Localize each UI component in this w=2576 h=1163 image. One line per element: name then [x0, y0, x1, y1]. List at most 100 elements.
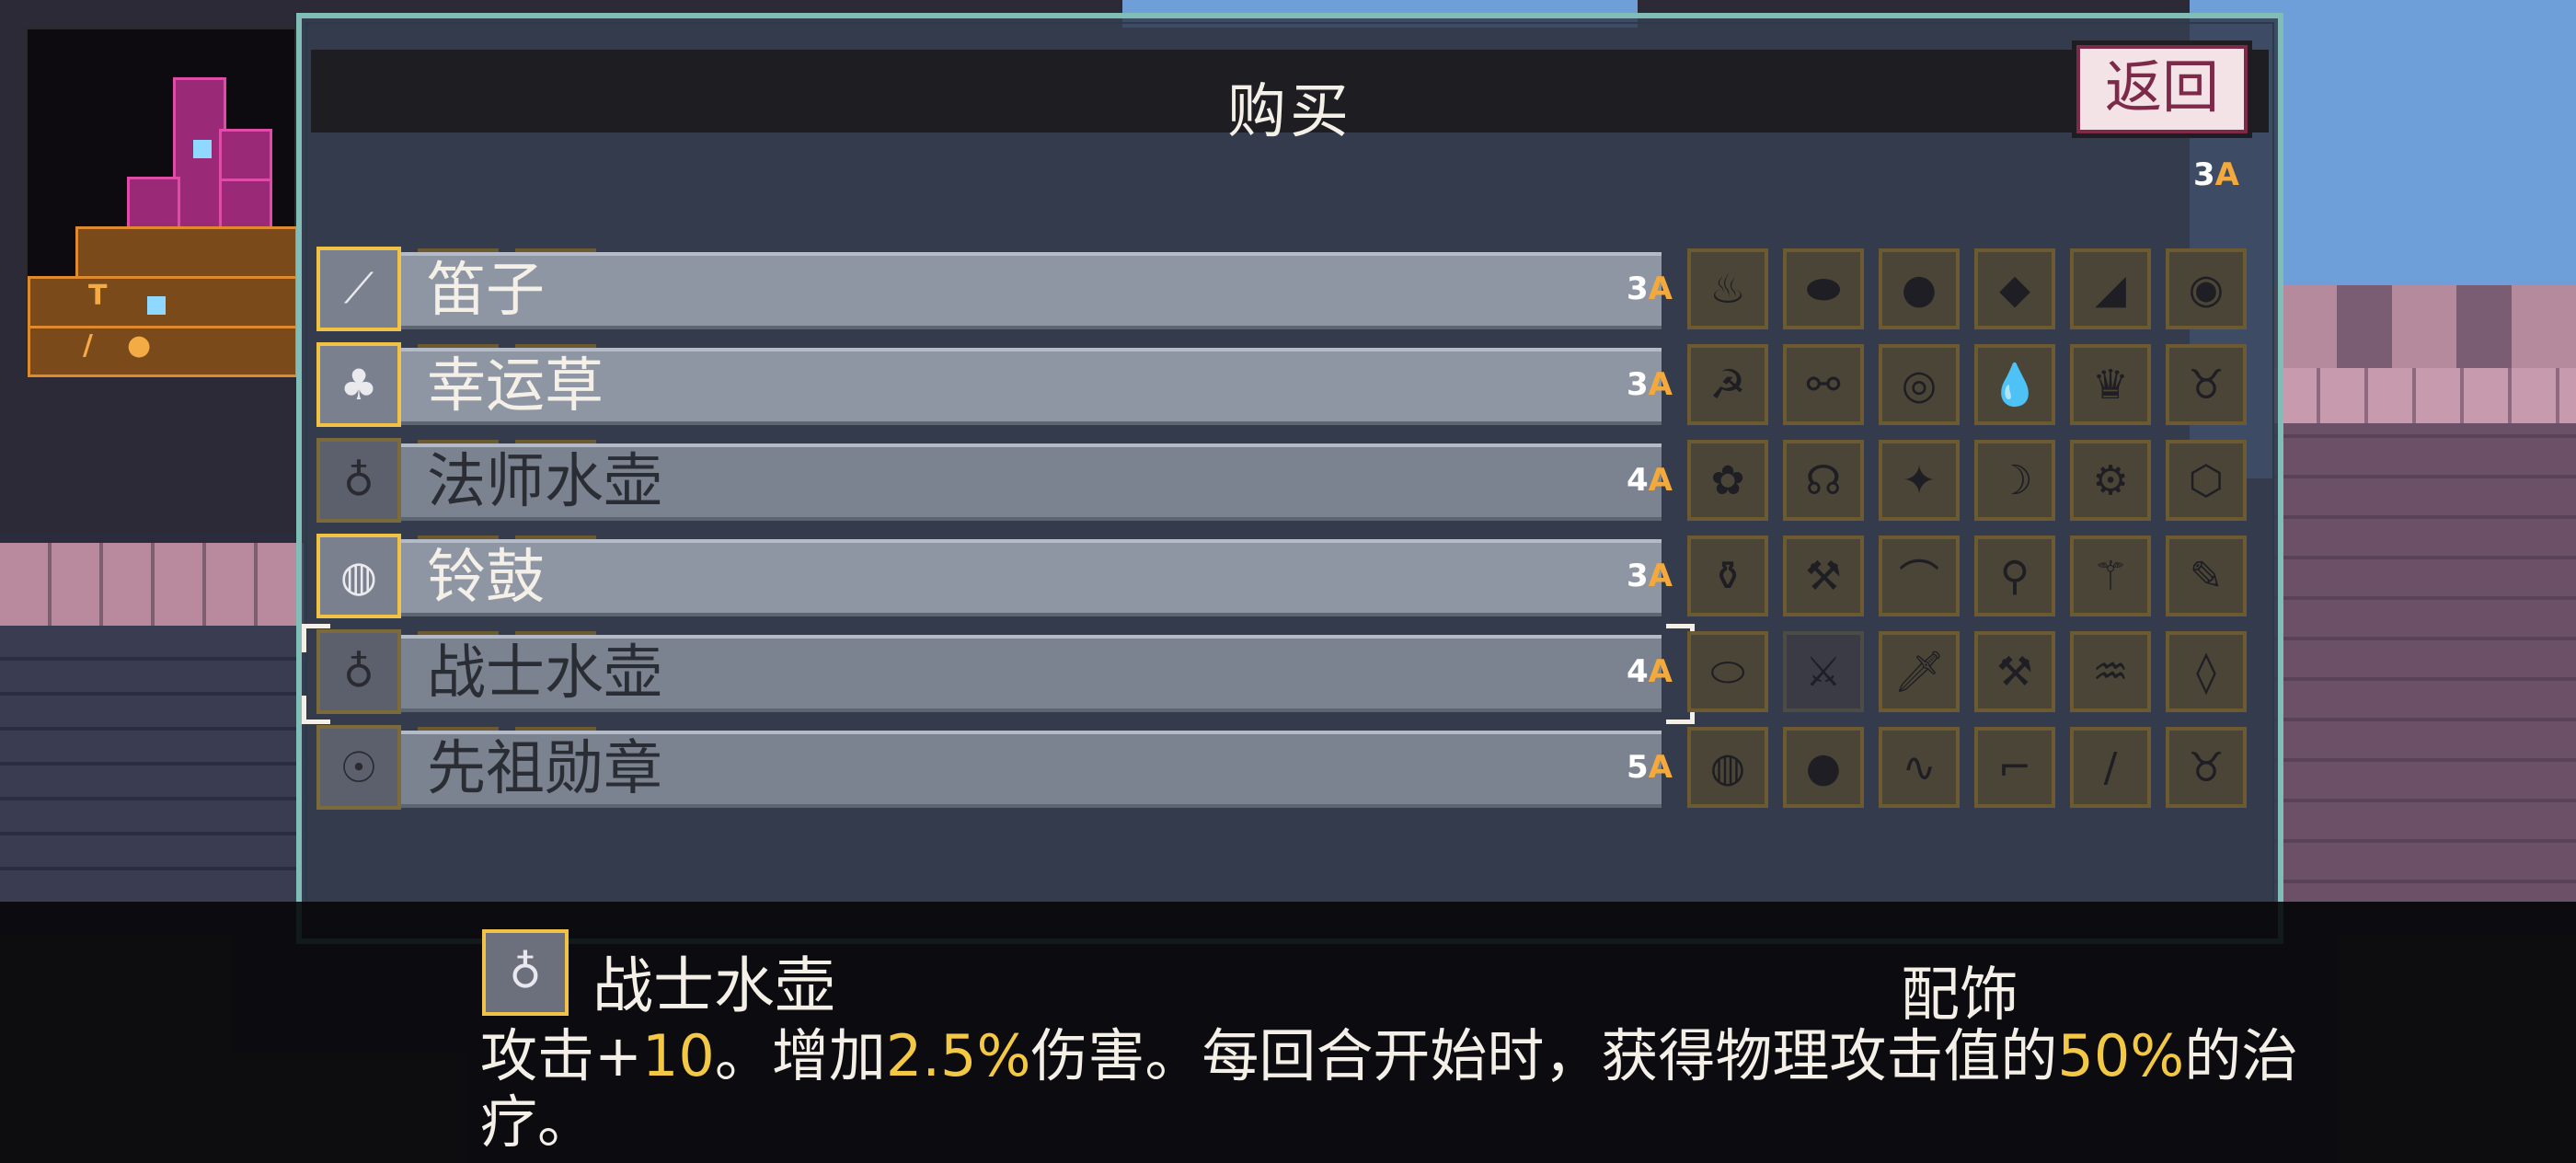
- merlon: [2392, 285, 2456, 368]
- item-name: 战士水壶: [427, 639, 662, 708]
- price-value: 3: [1627, 558, 1649, 594]
- item-name: 铃鼓: [427, 544, 545, 612]
- shop-title: 购买: [1227, 78, 1352, 146]
- castle-bricks: [2272, 423, 2576, 920]
- drop-icon[interactable]: 💧: [1974, 344, 2055, 425]
- price-unit: A: [1648, 462, 1673, 499]
- desc-part: 。增加: [714, 1022, 886, 1089]
- blade-icon[interactable]: /: [2070, 727, 2151, 808]
- fang-icon[interactable]: ☽: [1974, 440, 2055, 521]
- price-unit: A: [1648, 366, 1673, 403]
- warrior-flask-icon: ♁: [482, 929, 569, 1016]
- description-item-category: 配饰: [1901, 961, 2018, 1030]
- shield-icon[interactable]: ◍: [1687, 727, 1768, 808]
- gold-amount: 3: [2193, 156, 2215, 193]
- flute-icon: ⟋: [316, 247, 401, 331]
- flask-icon: ♁: [316, 438, 401, 523]
- shop-item-row[interactable]: ◍ 铃鼓 3A: [316, 534, 1682, 618]
- boot-icon[interactable]: ◢: [2070, 248, 2151, 329]
- medal-icon: ☉: [316, 725, 401, 810]
- gold-counter: 3A: [2193, 156, 2239, 193]
- shop-title-bar: 购买: [311, 50, 2269, 146]
- shop-item-row-selected[interactable]: ♁ 战士水壶 4A: [302, 624, 1695, 724]
- minimap-room: [127, 177, 180, 234]
- amulet-icon[interactable]: ♉: [2166, 344, 2247, 425]
- desc-highlight: 50%: [2057, 1022, 2185, 1089]
- minimap-player-marker: [193, 140, 212, 158]
- shop-item-row[interactable]: ♣ 幸运草 3A: [316, 342, 1682, 427]
- left-battlement: [0, 543, 304, 626]
- minimap-pot-icon: ●: [127, 329, 152, 362]
- dagger-icon[interactable]: 🗡: [1879, 631, 1960, 712]
- dumbbell-icon[interactable]: ⚯: [1783, 344, 1864, 425]
- item-price: 3A: [1627, 271, 1673, 307]
- magic-wand-icon[interactable]: ⚚: [2070, 535, 2151, 616]
- bow-icon[interactable]: ⌒: [1879, 535, 1960, 616]
- item-price: 5A: [1627, 749, 1673, 786]
- crown-icon[interactable]: ♛: [2070, 344, 2151, 425]
- necklace-icon[interactable]: ☊: [1783, 440, 1864, 521]
- harp-icon[interactable]: ♒: [2070, 631, 2151, 712]
- axe-icon[interactable]: ⚒: [1974, 631, 2055, 712]
- castle-tower: [2272, 285, 2576, 920]
- minimap-room: [75, 226, 298, 283]
- crystal-icon[interactable]: ◊: [2166, 631, 2247, 712]
- whip-icon[interactable]: ∿: [1879, 727, 1960, 808]
- desc-part: 攻击+: [480, 1022, 642, 1089]
- minimap-shop-icon: T: [88, 280, 108, 312]
- description-text: 攻击+10。增加2.5%伤害。每回合开始时，获得物理攻击值的50%的治疗。: [480, 1023, 2412, 1156]
- item-price: 4A: [1627, 653, 1673, 690]
- selection-cursor-corner: [302, 696, 330, 724]
- price-unit: A: [1648, 271, 1673, 307]
- gear-icon[interactable]: ⚙: [2070, 440, 2151, 521]
- minimap-room: [28, 326, 298, 377]
- item-name: 笛子: [427, 257, 545, 325]
- stone-icon[interactable]: ⬬: [1783, 248, 1864, 329]
- pipe-icon[interactable]: ⌐: [1974, 727, 2055, 808]
- sickle-icon[interactable]: ☭: [1687, 344, 1768, 425]
- item-row-bar: [397, 252, 1662, 329]
- pot-icon[interactable]: ⬭: [1687, 631, 1768, 712]
- item-price: 3A: [1627, 558, 1673, 594]
- cube-icon[interactable]: ⬡: [2166, 440, 2247, 521]
- castle-strip: [2272, 368, 2576, 423]
- tambourine-icon: ◍: [316, 534, 401, 618]
- gold-unit: A: [2214, 156, 2239, 193]
- shop-item-row[interactable]: ♁ 法师水壶 4A: [316, 438, 1682, 523]
- desc-part: 伤害。每回合开始时，获得物理攻击值的: [1030, 1022, 2058, 1089]
- flame-icon[interactable]: ♨: [1687, 248, 1768, 329]
- sword-icon[interactable]: ⚔: [1783, 631, 1864, 712]
- back-button[interactable]: 返回: [2072, 40, 2252, 138]
- price-unit: A: [1648, 749, 1673, 786]
- selection-cursor-corner: [302, 624, 330, 652]
- price-unit: A: [1648, 558, 1673, 594]
- shuriken-icon[interactable]: ✦: [1879, 440, 1960, 521]
- potion-icon[interactable]: ⚱: [1687, 535, 1768, 616]
- flower-icon[interactable]: ✿: [1687, 440, 1768, 521]
- price-value: 4: [1627, 653, 1649, 690]
- shield-ring-icon[interactable]: ◎: [1879, 344, 1960, 425]
- hammer-icon[interactable]: ⚒: [1783, 535, 1864, 616]
- merlon: [2512, 285, 2576, 368]
- bomb-icon[interactable]: ●: [1879, 248, 1960, 329]
- item-name: 法师水壶: [427, 448, 662, 516]
- coin-icon[interactable]: ◉: [2166, 248, 2247, 329]
- minimap[interactable]: T / ●: [26, 28, 298, 377]
- desc-highlight: 10: [641, 1022, 715, 1089]
- price-value: 3: [1627, 271, 1649, 307]
- diamond-icon[interactable]: ◆: [1974, 248, 2055, 329]
- quill-icon[interactable]: ✎: [2166, 535, 2247, 616]
- price-value: 3: [1627, 366, 1649, 403]
- shop-item-row[interactable]: ☉ 先祖勋章 5A: [316, 725, 1682, 810]
- clover-icon: ♣: [316, 342, 401, 427]
- item-name: 先祖勋章: [427, 735, 662, 803]
- left-bricks: [0, 626, 304, 902]
- item-price: 4A: [1627, 462, 1673, 499]
- shop-item-row[interactable]: ⟋ 笛子 3A: [316, 247, 1682, 331]
- mace-icon[interactable]: ⚲: [1974, 535, 2055, 616]
- price-value: 5: [1627, 749, 1649, 786]
- minimap-sword-icon: /: [83, 329, 93, 362]
- helmet-icon[interactable]: ♉: [2166, 727, 2247, 808]
- orb-icon[interactable]: ●: [1783, 727, 1864, 808]
- description-item-name: 战士水壶: [592, 950, 835, 1021]
